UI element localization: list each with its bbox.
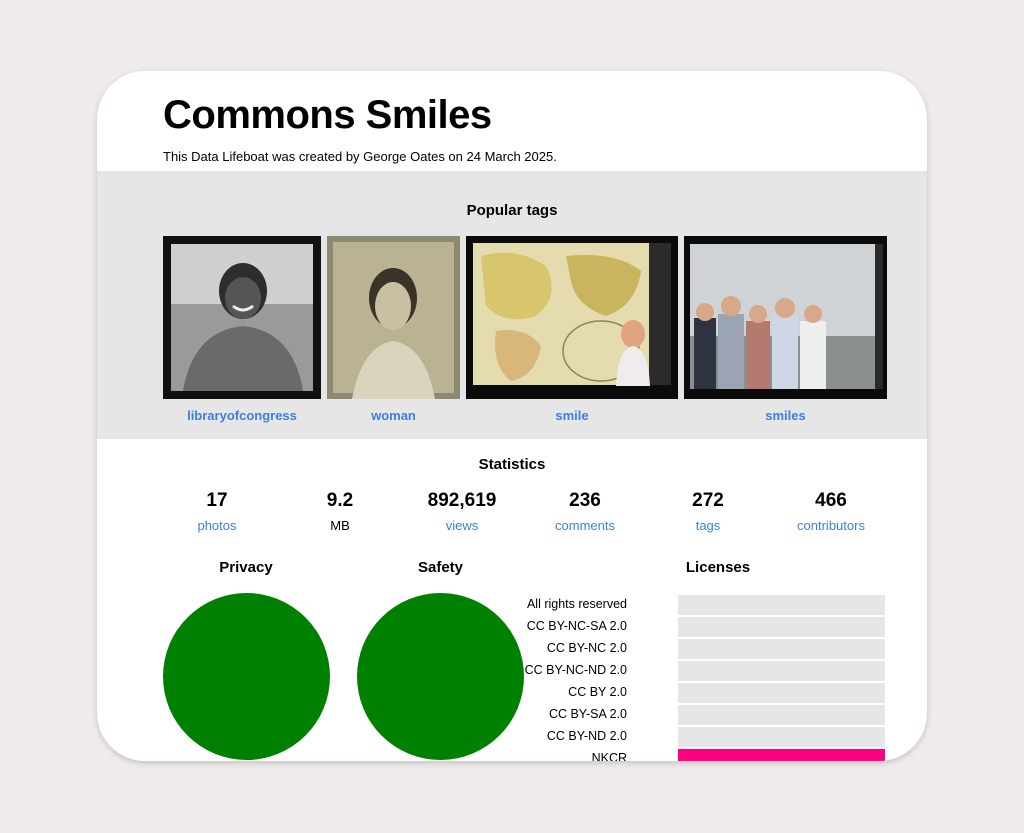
stat-value: 17	[206, 490, 228, 511]
license-row: CC BY-NC 2.0	[537, 639, 885, 659]
license-name: All rights reserved	[526, 597, 627, 611]
stat-label-link[interactable]: contributors	[776, 518, 886, 533]
privacy-heading: Privacy	[219, 559, 273, 576]
tag-smiles[interactable]: smiles	[684, 236, 887, 426]
tag-smile[interactable]: smile	[466, 236, 678, 426]
license-bar-fill	[678, 749, 885, 761]
popular-tags-heading: Popular tags	[466, 202, 558, 219]
license-name: NKCR	[591, 751, 627, 761]
page-subtitle: This Data Lifeboat was created by George…	[163, 149, 557, 164]
license-bar	[678, 617, 885, 637]
stat-tags: 272 tags	[653, 490, 763, 533]
stat-label-link[interactable]: photos	[162, 518, 272, 533]
license-name: CC BY 2.0	[568, 685, 627, 699]
safety-heading: Safety	[417, 559, 464, 576]
stat-photos: 17 photos	[162, 490, 272, 533]
license-name: CC BY-NC-ND 2.0	[524, 663, 627, 677]
licenses-heading: Licenses	[685, 559, 751, 576]
license-row: All rights reserved	[527, 595, 885, 615]
tag-libraryofcongress[interactable]: libraryofcongress	[163, 236, 321, 426]
license-name: CC BY-NC-SA 2.0	[526, 619, 627, 633]
stat-contributors: 466 contributors	[776, 490, 886, 533]
license-bar	[678, 683, 885, 703]
license-bar	[678, 595, 885, 615]
license-row: CC BY-ND 2.0	[537, 727, 885, 747]
stat-value: 236	[569, 490, 601, 511]
stat-label-link[interactable]: comments	[530, 518, 640, 533]
stat-label-link[interactable]: tags	[653, 518, 763, 533]
data-lifeboat-card: Commons Smiles This Data Lifeboat was cr…	[97, 71, 927, 761]
stat-value: 466	[815, 490, 847, 511]
popular-tags-section: Popular tags libraryofcongress woman smi…	[97, 171, 927, 439]
license-row: NKCR	[537, 749, 885, 761]
stat-views: 892,619 views	[407, 490, 517, 533]
license-name: CC BY-NC 2.0	[546, 641, 627, 655]
tag-link-smile[interactable]: smile	[466, 408, 678, 423]
stat-value: 272	[692, 490, 724, 511]
stat-label: MB	[330, 518, 350, 533]
tintype-portrait-icon[interactable]	[327, 236, 460, 399]
page-title: Commons Smiles	[163, 93, 492, 137]
license-name: CC BY-ND 2.0	[546, 729, 627, 743]
stat-value: 9.2	[326, 490, 354, 511]
stat-comments: 236 comments	[530, 490, 640, 533]
statistics-heading: Statistics	[478, 456, 546, 473]
license-row: CC BY-NC-SA 2.0	[527, 617, 885, 637]
stat-size: 9.2 MB	[285, 490, 395, 533]
license-bar	[678, 749, 885, 761]
stat-label-link[interactable]: views	[407, 518, 517, 533]
safety-pie-chart	[357, 593, 524, 760]
tag-link-smiles[interactable]: smiles	[684, 408, 887, 423]
world-map-photo-icon[interactable]	[466, 236, 678, 399]
tag-woman[interactable]: woman	[327, 236, 460, 426]
license-row: CC BY-NC-ND 2.0	[525, 661, 885, 681]
portrait-photo-icon[interactable]	[163, 236, 321, 399]
group-photo-icon[interactable]	[684, 236, 887, 399]
license-bar	[678, 727, 885, 747]
license-name: CC BY-SA 2.0	[548, 707, 627, 721]
tag-link-woman[interactable]: woman	[327, 408, 460, 423]
license-row: CC BY-SA 2.0	[537, 705, 885, 725]
tag-link-libraryofcongress[interactable]: libraryofcongress	[163, 408, 321, 423]
stat-value: 892,619	[427, 490, 497, 511]
license-bar	[678, 705, 885, 725]
license-bar	[678, 639, 885, 659]
privacy-pie-chart	[163, 593, 330, 760]
license-bar	[678, 661, 885, 681]
license-row: CC BY 2.0	[537, 683, 885, 703]
